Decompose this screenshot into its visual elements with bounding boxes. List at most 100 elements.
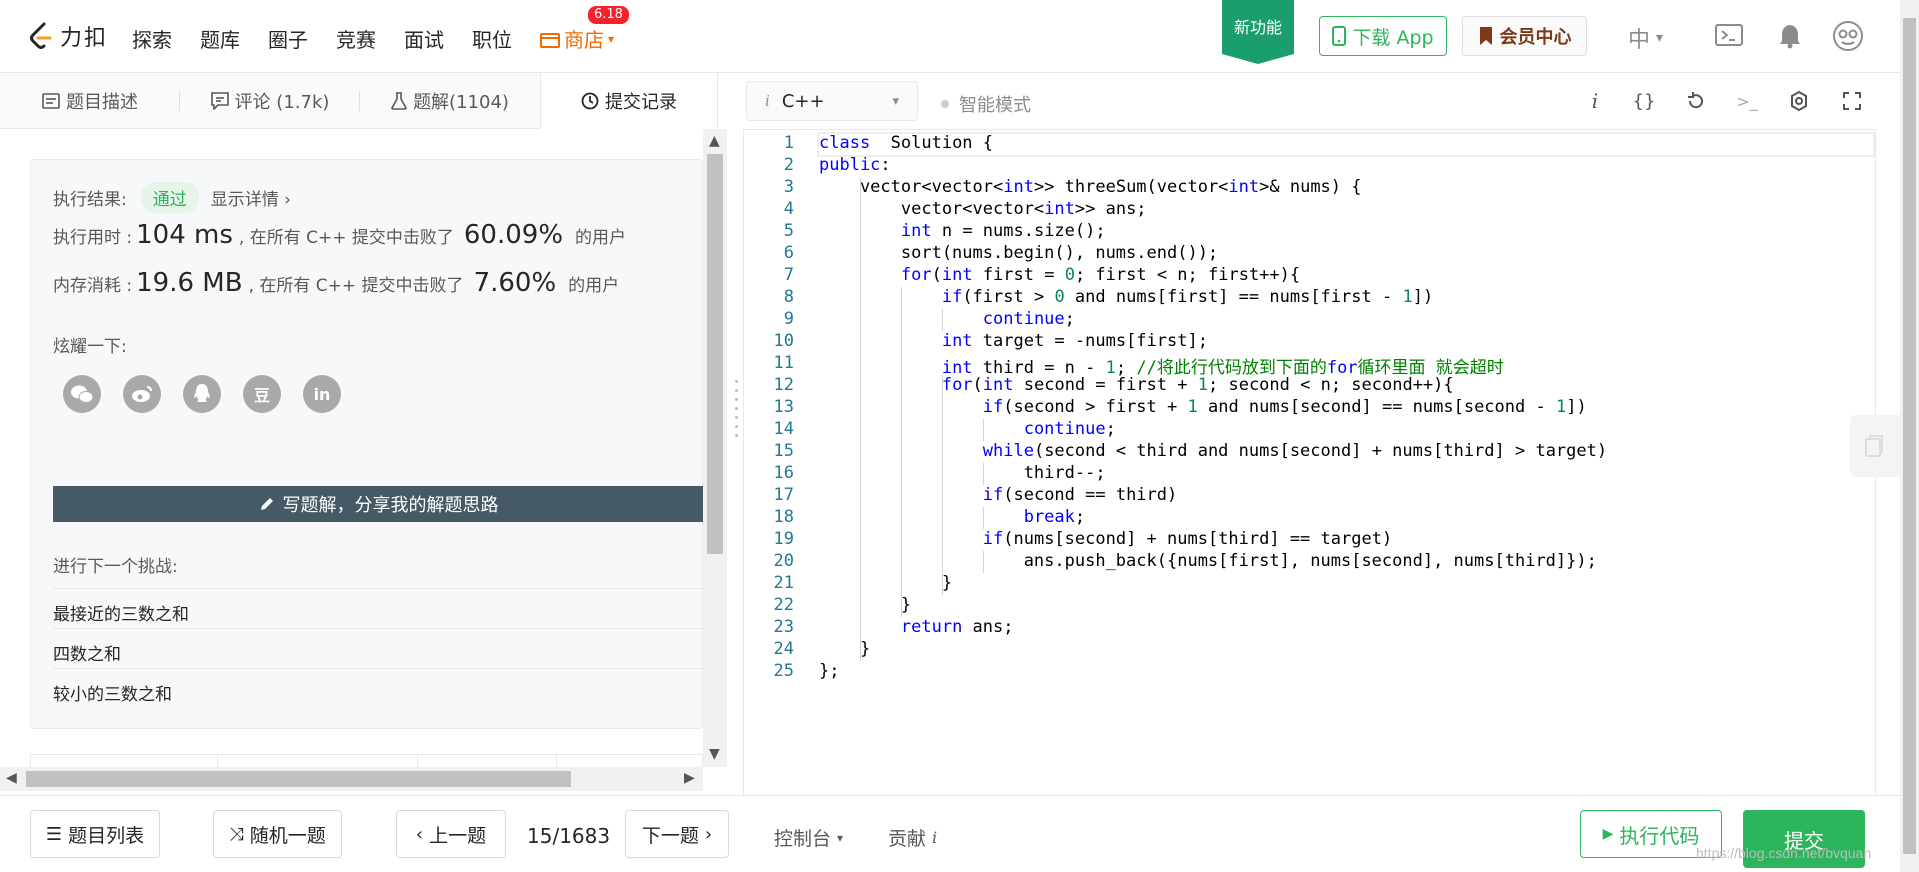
chevron-left-icon: ‹ — [415, 823, 424, 845]
code-line[interactable]: ans.push_back({nums[first], nums[second]… — [819, 551, 1597, 571]
scroll-left-icon[interactable]: ◀ — [6, 770, 17, 786]
console-toggle[interactable]: 控制台 ▾ — [774, 824, 843, 851]
contribute-link[interactable]: 贡献 i — [888, 824, 937, 851]
nav-item-circle[interactable]: 圈子 — [268, 24, 308, 53]
code-line[interactable]: vector<vector<int>> ans; — [819, 199, 1147, 219]
prev-problem-button[interactable]: ‹ 上一题 — [396, 810, 506, 858]
code-line[interactable]: int target = -nums[first]; — [819, 331, 1208, 351]
line-number: 9 — [783, 309, 794, 329]
document-icon — [42, 93, 60, 109]
settings-icon[interactable] — [1785, 87, 1813, 115]
code-line[interactable]: break; — [819, 507, 1085, 527]
line-number: 16 — [773, 463, 794, 483]
left-horizontal-scrollbar[interactable]: ◀ ▶ — [0, 767, 703, 791]
member-label: 会员中心 — [1499, 27, 1572, 48]
smart-mode-toggle[interactable]: 智能模式 — [941, 91, 1031, 117]
terminal-icon[interactable]: >_ — [1733, 87, 1761, 115]
flask-icon — [391, 92, 407, 110]
reset-icon[interactable] — [1682, 87, 1710, 115]
line-number: 10 — [773, 331, 794, 351]
memory-text: , 在所有 C++ 提交中击败了 — [248, 276, 464, 296]
code-line[interactable]: int n = nums.size(); — [819, 221, 1106, 241]
code-line[interactable]: continue; — [819, 419, 1116, 439]
nav-item-jobs[interactable]: 职位 — [472, 24, 512, 53]
code-editor[interactable]: 1 2 3 4 5 6 7 8 9 10 11 12 13 14 15 16 17 18 19 20 21 22 23 24 2… — [743, 129, 1876, 795]
code-line[interactable]: sort(nums.begin(), nums.end()); — [819, 243, 1218, 263]
fullscreen-icon[interactable] — [1838, 87, 1866, 115]
nav-item-problems[interactable]: 题库 — [200, 24, 240, 53]
runtime-row: 执行用时 : 104 ms , 在所有 C++ 提交中击败了 60.09% 的用… — [53, 220, 626, 250]
runtime-suffix: 的用户 — [575, 228, 627, 248]
code-line[interactable]: if(first > 0 and nums[first] == nums[fir… — [819, 287, 1433, 307]
code-line[interactable]: third--; — [819, 463, 1106, 483]
scroll-right-icon[interactable]: ▶ — [684, 770, 695, 786]
linkedin-icon[interactable]: in — [303, 375, 341, 413]
clock-icon — [581, 92, 599, 110]
new-feature-banner[interactable]: 新功能 — [1222, 0, 1294, 64]
code-line[interactable]: if(second > first + 1 and nums[second] =… — [819, 397, 1587, 417]
next-challenge-item[interactable]: 较小的三数之和 — [53, 668, 703, 716]
douban-icon[interactable]: 豆 — [243, 375, 281, 413]
console-label: 控制台 — [774, 828, 832, 850]
tab-comments[interactable]: 评论 (1.7k) — [180, 73, 360, 129]
tab-solutions[interactable]: 题解(1104) — [360, 73, 540, 129]
code-line[interactable]: continue; — [819, 309, 1075, 329]
chevron-down-icon: ▾ — [892, 93, 899, 109]
scroll-up-icon[interactable]: ▲ — [709, 133, 720, 149]
info-icon: i — [932, 828, 938, 847]
nav-item-contest[interactable]: 竞赛 — [336, 24, 376, 53]
info-icon[interactable]: i — [1581, 87, 1609, 115]
problem-list-button[interactable]: ☰ 题目列表 — [30, 810, 160, 858]
tab-description[interactable]: 题目描述 — [0, 73, 180, 129]
code-line[interactable]: if(nums[second] + nums[third] == target) — [819, 529, 1392, 549]
weibo-icon[interactable] — [123, 375, 161, 413]
code-line[interactable]: class Solution { — [819, 133, 993, 153]
nav-item-store[interactable]: 商店 ▾ 6.18 — [540, 6, 629, 53]
logo[interactable]: 力扣 — [28, 20, 108, 52]
code-line[interactable]: for(int second = first + 1; second < n; … — [819, 375, 1454, 395]
scrollbar-thumb[interactable] — [26, 771, 571, 787]
memory-percent: 7.60% — [473, 268, 557, 298]
side-drawer-tab[interactable] — [1850, 415, 1900, 477]
code-line[interactable]: } — [819, 573, 952, 593]
code-line[interactable]: }; — [819, 661, 839, 681]
line-number: 4 — [783, 199, 794, 219]
show-details-link[interactable]: 显示详情 › — [211, 185, 291, 210]
problem-page-counter: 15/1683 — [527, 824, 611, 848]
problem-list-label: 题目列表 — [68, 824, 145, 847]
chevron-down-icon: ▾ — [837, 830, 844, 845]
bell-icon[interactable] — [1774, 20, 1806, 52]
next-problem-button[interactable]: 下一题 › — [625, 810, 729, 858]
tab-submissions[interactable]: 提交记录 — [540, 73, 718, 129]
avatar[interactable] — [1832, 20, 1864, 52]
code-line[interactable]: } — [819, 595, 911, 615]
code-line[interactable]: } — [819, 639, 870, 659]
language-switcher[interactable]: 中 ▾ — [1628, 22, 1663, 54]
braces-icon[interactable]: {} — [1630, 87, 1658, 115]
random-problem-button[interactable]: ⤨ 随机一题 — [213, 810, 342, 858]
code-line[interactable]: for(int first = 0; first < n; first++){ — [819, 265, 1300, 285]
scrollbar-thumb[interactable] — [1903, 18, 1916, 854]
scroll-down-icon[interactable]: ▼ — [709, 746, 720, 762]
scrollbar-thumb[interactable] — [707, 154, 723, 554]
code-line[interactable]: vector<vector<int>> threeSum(vector<int>… — [819, 177, 1362, 197]
line-number: 13 — [773, 397, 794, 417]
wechat-icon[interactable] — [63, 375, 101, 413]
next-challenge-title: 进行下一个挑战: — [53, 557, 178, 577]
write-solution-button[interactable]: 写题解，分享我的解题思路 — [53, 486, 703, 522]
code-line[interactable]: while(second < third and nums[second] + … — [819, 441, 1607, 461]
line-number: 15 — [773, 441, 794, 461]
playground-icon[interactable] — [1713, 20, 1745, 52]
pencil-icon — [260, 498, 273, 510]
left-vertical-scrollbar[interactable]: ▲ ▼ — [703, 129, 727, 767]
code-line[interactable]: if(second == third) — [819, 485, 1177, 505]
qq-icon[interactable] — [183, 375, 221, 413]
code-line[interactable]: return ans; — [819, 617, 1014, 637]
panel-resize-handle[interactable] — [734, 380, 738, 460]
language-select[interactable]: i C++ ▾ — [746, 81, 918, 121]
member-center-button[interactable]: 会员中心 — [1462, 16, 1587, 56]
nav-item-explore[interactable]: 探索 — [132, 24, 172, 53]
nav-item-interview[interactable]: 面试 — [404, 24, 444, 53]
code-line[interactable]: public: — [819, 155, 891, 175]
download-app-button[interactable]: 下载 App — [1319, 16, 1447, 56]
